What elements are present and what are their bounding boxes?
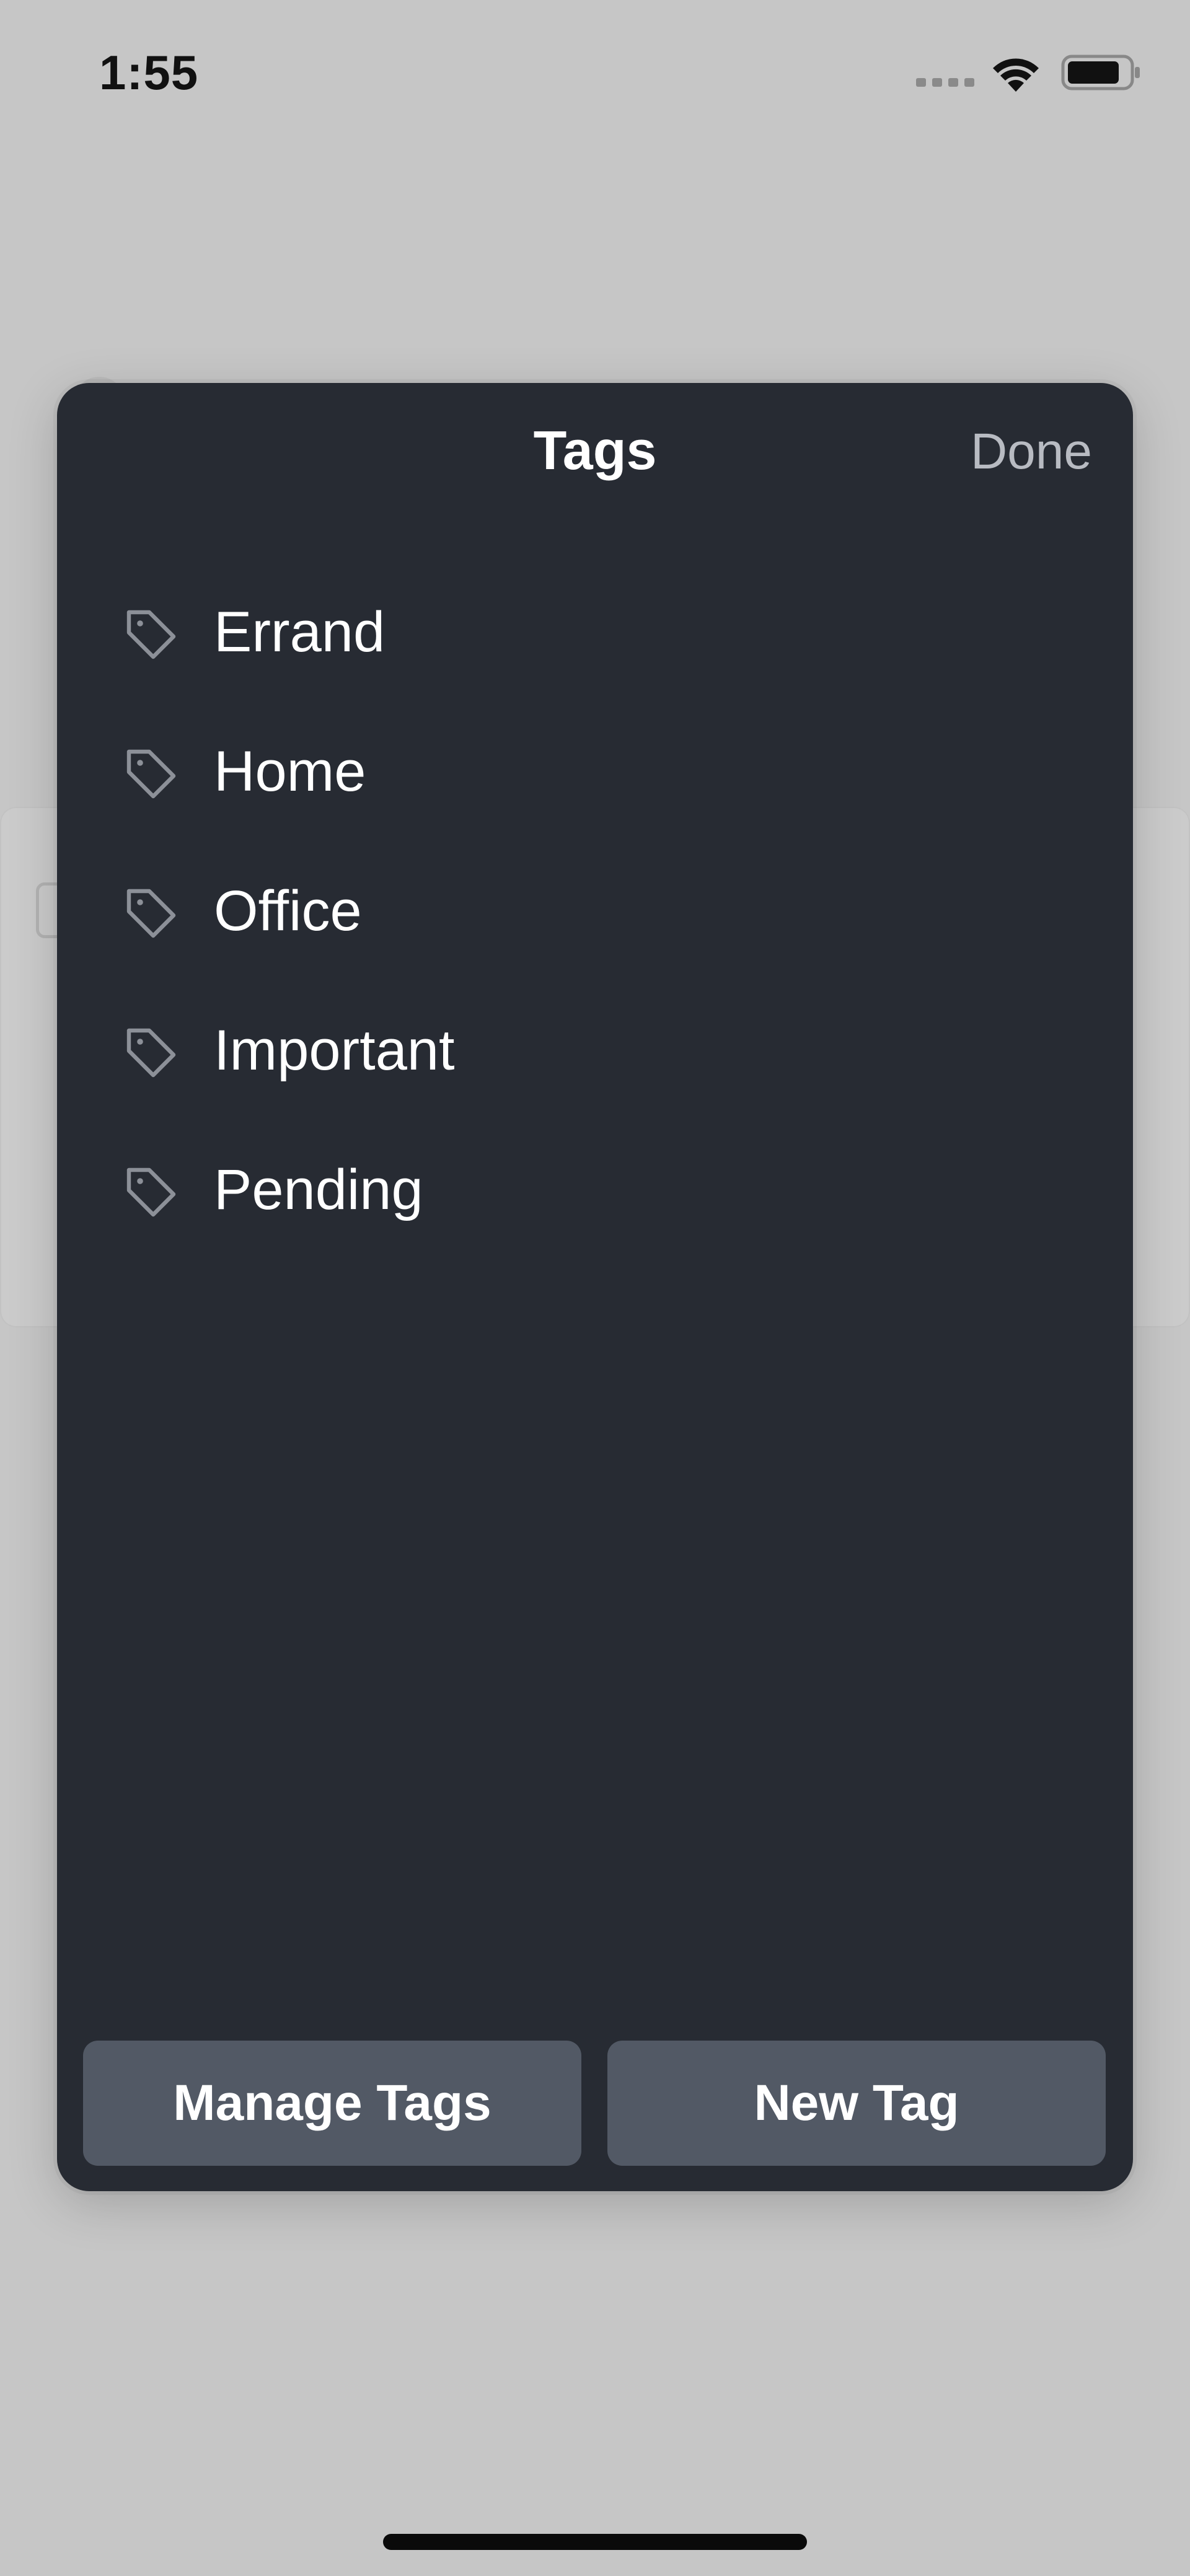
status-icons: [916, 53, 1143, 93]
status-bar: 1:55: [0, 0, 1190, 149]
wifi-icon: [993, 58, 1039, 92]
tag-icon: [126, 889, 176, 938]
tag-icon: [126, 610, 176, 659]
new-tag-button[interactable]: New Tag: [607, 2041, 1106, 2166]
tag-item-office[interactable]: Office: [57, 871, 1133, 1011]
tag-label: Home: [214, 740, 366, 803]
tag-item-home[interactable]: Home: [57, 732, 1133, 871]
tag-item-important[interactable]: Important: [57, 1011, 1133, 1150]
tag-label: Pending: [214, 1158, 423, 1221]
tag-list: Errand Home Office Important Pending: [57, 592, 1133, 1290]
tag-icon: [126, 749, 176, 799]
tag-icon: [126, 1167, 176, 1217]
done-button[interactable]: Done: [971, 423, 1092, 481]
tag-item-errand[interactable]: Errand: [57, 592, 1133, 732]
manage-tags-button[interactable]: Manage Tags: [83, 2041, 581, 2166]
tag-icon: [126, 1028, 176, 1078]
tag-label: Important: [214, 1019, 455, 1082]
tag-label: Errand: [214, 600, 386, 664]
status-time: 1:55: [99, 45, 199, 100]
battery-icon: [1061, 55, 1140, 90]
tag-item-pending[interactable]: Pending: [57, 1150, 1133, 1290]
sheet-header: Tags Done: [57, 383, 1133, 519]
tag-label: Office: [214, 879, 362, 943]
cellular-signal-icon: [916, 78, 978, 89]
tags-sheet: Tags Done Errand Home Office Important P…: [57, 383, 1133, 2191]
home-indicator[interactable]: [383, 2534, 807, 2550]
